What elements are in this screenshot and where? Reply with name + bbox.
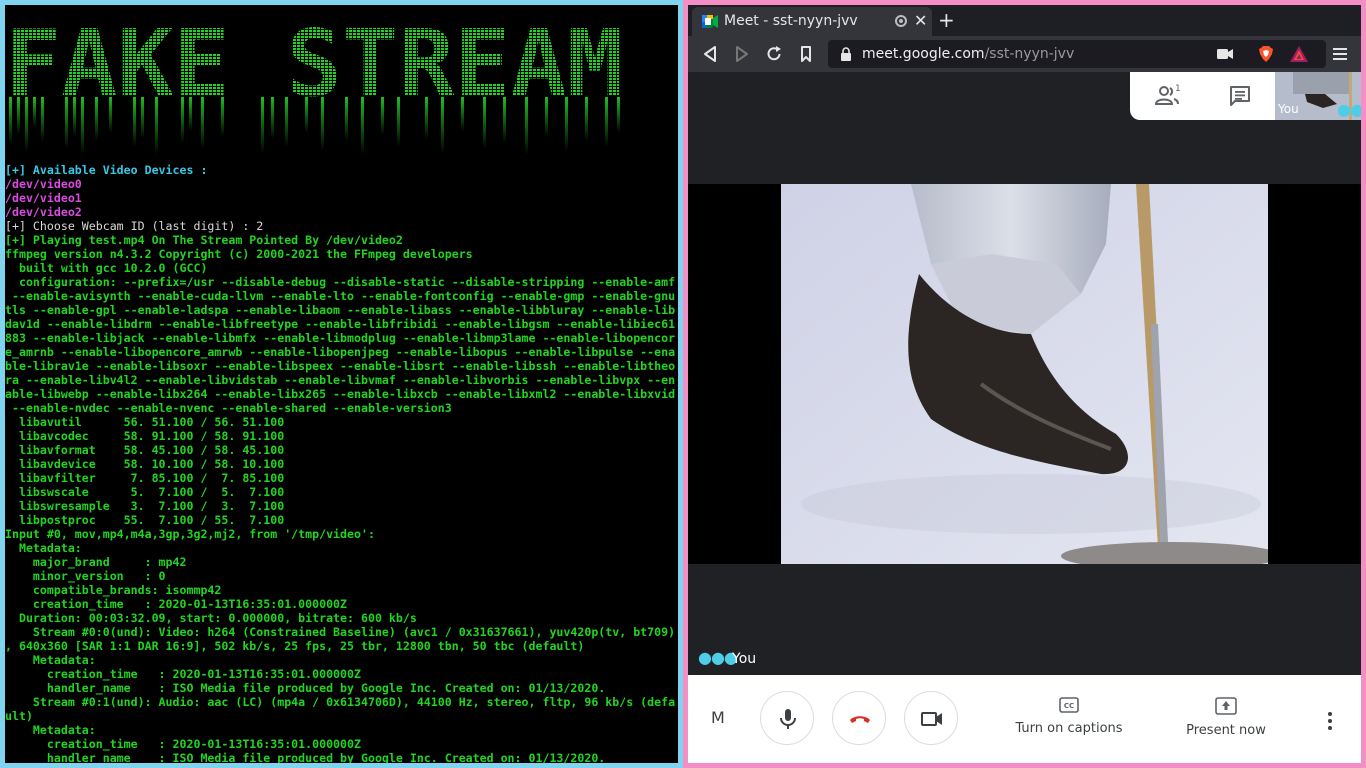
svg-text:CC: CC <box>1064 702 1074 710</box>
microphone-button[interactable] <box>760 691 814 745</box>
present-icon <box>1215 697 1237 715</box>
camera-icon <box>921 712 942 726</box>
terminal-window: FAKE STREAM [+] Available Video Devices … <box>0 0 683 768</box>
terminal-line: , 640x360 [SAR 1:1 DAR 16:9], 502 kb/s, … <box>5 639 585 653</box>
terminal-line: libavfilter 7. 85.100 / 7. 85.100 <box>5 471 285 485</box>
terminal-line: creation_time : 2020-01-13T16:35:01.0000… <box>5 597 348 611</box>
present-label: Present now <box>1186 723 1266 738</box>
meet-page: 1 You ●● ●●● You M CC Turn on captions P… <box>688 72 1361 763</box>
reload-icon[interactable] <box>764 44 784 64</box>
terminal-line: /dev/video0 <box>5 177 82 191</box>
terminal-line: creation_time : 2020-01-13T16:35:01.0000… <box>5 737 361 751</box>
terminal-line: 883 --enable-libjack --enable-libmfx --e… <box>5 331 676 345</box>
terminal-line: --enable-avisynth --enable-cuda-llvm --e… <box>5 289 676 303</box>
more-options-icon[interactable] <box>1322 711 1338 731</box>
terminal-line: libavdevice 58. 10.100 / 58. 10.100 <box>5 457 285 471</box>
terminal-line: libavcodec 58. 91.100 / 58. 91.100 <box>5 429 285 443</box>
terminal-line: handler_name : ISO Media file produced b… <box>5 681 606 695</box>
terminal-screen[interactable]: FAKE STREAM [+] Available Video Devices … <box>5 5 678 763</box>
tab-meet[interactable]: Meet - sst-nyyn-jvv ✕ <box>692 7 932 36</box>
tab-recording-indicator-icon <box>895 15 907 27</box>
fake-stream-banner: FAKE STREAM <box>5 15 623 155</box>
terminal-line: /dev/video1 <box>5 191 82 205</box>
terminal-line: built with gcc 10.2.0 (GCC) <box>5 261 208 275</box>
tab-close-icon[interactable]: ✕ <box>914 11 927 30</box>
terminal-line: libpostproc 55. 7.100 / 55. 7.100 <box>5 513 285 527</box>
terminal-line: minor_version : 0 <box>5 569 166 583</box>
url-host: meet.google.com <box>862 46 985 62</box>
tab-bar: Meet - sst-nyyn-jvv ✕ + <box>688 5 1361 36</box>
nav-toolbar: meet.google.com/sst-nyyn-jvv <box>688 36 1361 72</box>
meeting-details-truncated[interactable]: M <box>711 708 739 727</box>
terminal-line: Metadata: <box>5 653 96 667</box>
terminal-line: [+] Playing test.mp4 On The Stream Point… <box>5 233 403 247</box>
new-tab-icon[interactable]: + <box>938 8 955 32</box>
terminal-line: able-libwebp --enable-libx264 --enable-l… <box>5 387 676 401</box>
terminal-line: libswscale 5. 7.100 / 5. 7.100 <box>5 485 285 499</box>
tab-title: Meet - sst-nyyn-jvv <box>724 13 858 29</box>
terminal-line: ra --enable-libv4l2 --enable-libvidstab … <box>5 373 676 387</box>
meet-favicon-icon <box>702 15 718 28</box>
terminal-line: --enable-nvdec --enable-nvenc --enable-s… <box>5 401 452 415</box>
chat-icon[interactable] <box>1228 84 1252 108</box>
microphone-icon <box>780 709 796 729</box>
url-text: meet.google.com/sst-nyyn-jvv <box>862 46 1074 62</box>
terminal-line: /dev/video2 <box>5 205 82 219</box>
terminal-line: ult) <box>5 709 33 723</box>
terminal-line: libswresample 3. 7.100 / 3. 7.100 <box>5 499 285 513</box>
brave-rewards-icon[interactable] <box>1290 46 1308 62</box>
people-count: 1 <box>1175 84 1181 94</box>
terminal-line: libavutil 56. 51.100 / 56. 51.100 <box>5 415 285 429</box>
terminal-line: Stream #0:1(und): Audio: aac (LC) (mp4a … <box>5 695 676 709</box>
present-button[interactable]: Present now <box>1176 697 1276 738</box>
camera-button[interactable] <box>904 691 958 745</box>
forward-icon[interactable] <box>732 44 752 64</box>
hang-up-icon <box>850 716 870 723</box>
terminal-line: [+] Available Video Devices : <box>5 163 208 177</box>
terminal-line: Metadata: <box>5 723 96 737</box>
captions-button[interactable]: CC Turn on captions <box>1014 697 1124 736</box>
video-stage <box>688 184 1361 564</box>
terminal-line: configuration: --prefix=/usr --disable-d… <box>5 275 676 289</box>
brave-shields-icon[interactable] <box>1258 46 1274 62</box>
lock-icon[interactable] <box>840 47 852 61</box>
terminal-line: ble-librav1e --enable-libsoxr --enable-l… <box>5 359 676 373</box>
terminal-line: Input #0, mov,mp4,m4a,3gp,3g2,mj2, from … <box>5 527 375 541</box>
participant-name: You <box>732 651 757 667</box>
terminal-line: ffmpeg version n4.3.2 Copyright (c) 2000… <box>5 247 473 261</box>
bookmark-icon[interactable] <box>796 44 816 64</box>
terminal-line: Stream #0:0(und): Video: h264 (Constrain… <box>5 625 676 639</box>
url-bar[interactable]: meet.google.com/sst-nyyn-jvv <box>828 40 1326 68</box>
self-view-more-icon[interactable]: ●●● <box>1337 100 1361 119</box>
meet-top-panel: 1 You ●●● <box>1130 72 1361 120</box>
hamburger-menu-icon[interactable] <box>1332 46 1348 62</box>
terminal-line: Metadata: <box>5 541 82 555</box>
terminal-line: dav1d --enable-libdrm --enable-libfreety… <box>5 317 676 331</box>
terminal-line: Duration: 00:03:32.09, start: 0.000000, … <box>5 611 417 625</box>
self-view-thumbnail[interactable]: You ●●● <box>1275 72 1361 120</box>
captions-icon: CC <box>1059 697 1079 713</box>
self-view-label: You <box>1278 102 1299 116</box>
browser-window: Meet - sst-nyyn-jvv ✕ + meet.google.com/… <box>683 0 1366 768</box>
video-frame-image <box>781 184 1268 564</box>
browser: Meet - sst-nyyn-jvv ✕ + meet.google.com/… <box>688 5 1361 763</box>
terminal-line: handler_name : ISO Media file produced b… <box>5 751 606 763</box>
terminal-line: libavformat 58. 45.100 / 58. 45.100 <box>5 443 285 457</box>
terminal-line: tls --enable-gpl --enable-ladspa --enabl… <box>5 303 676 317</box>
hang-up-button[interactable] <box>832 691 886 745</box>
back-icon[interactable] <box>700 44 720 64</box>
terminal-line: e_amrnb --enable-libopencore_amrwb --ena… <box>5 345 676 359</box>
terminal-line: major_brand : mp42 <box>5 555 187 569</box>
meeting-controls-bar: M CC Turn on captions Present now <box>688 675 1361 763</box>
terminal-line: compatible_brands: isommp42 <box>5 583 222 597</box>
terminal-line: [+] Choose Webcam ID (last digit) : 2 <box>5 219 264 233</box>
captions-label: Turn on captions <box>1015 721 1123 736</box>
participant-video <box>781 184 1268 564</box>
url-path: /sst-nyyn-jvv <box>984 46 1075 62</box>
terminal-output: [+] Available Video Devices :/dev/video0… <box>5 163 678 763</box>
terminal-line: creation_time : 2020-01-13T16:35:01.0000… <box>5 667 361 681</box>
camera-in-use-icon[interactable] <box>1217 48 1233 60</box>
